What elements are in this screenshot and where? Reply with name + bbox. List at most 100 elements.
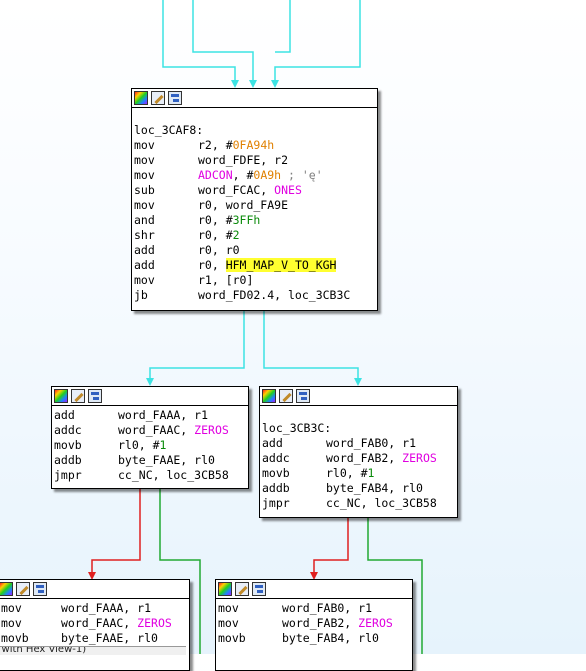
- operand[interactable]: 0A9h: [253, 168, 281, 182]
- code-block-loc-3caf8[interactable]: loc_3CAF8: mov r2, #0FA94h mov word_FDFE, r2…: [131, 88, 378, 311]
- highlighted-operand[interactable]: HFM_MAP_V_TO_KGH: [225, 258, 337, 272]
- instruction-line[interactable]: shr r0, #2: [134, 228, 375, 243]
- color-palette-icon[interactable]: [0, 582, 13, 596]
- operand[interactable]: 2: [233, 228, 240, 242]
- instruction-line[interactable]: sub word_FCAC, ONES: [134, 183, 375, 198]
- symbol-operand[interactable]: ONES: [274, 183, 302, 197]
- instruction-line[interactable]: movb rl0, #1: [54, 438, 246, 453]
- code-block-bottom-right[interactable]: mov word_FAB0, r1 mov word_FAB2, ZEROS movb b…: [215, 579, 413, 671]
- operand[interactable]: word_FAAC,: [61, 616, 137, 630]
- instruction-line[interactable]: jmpr cc_NC, loc_3CB58: [54, 468, 246, 483]
- operand[interactable]: 1: [368, 466, 375, 480]
- instruction-line[interactable]: add word_FAB0, r1: [262, 436, 455, 451]
- operand[interactable]: r0, #: [198, 228, 233, 242]
- instruction-line[interactable]: and r0, #3FFh: [134, 213, 375, 228]
- operand[interactable]: word_FAB0, r1: [326, 436, 416, 450]
- instruction-line[interactable]: addb byte_FAB4, rl0: [262, 481, 455, 496]
- mnemonic: mov: [218, 616, 239, 630]
- color-palette-icon[interactable]: [134, 91, 148, 105]
- instruction-line[interactable]: mov r1, [r0]: [134, 273, 375, 288]
- edit-pencil-icon[interactable]: [71, 389, 85, 403]
- instruction-line[interactable]: movb rl0, #1: [262, 466, 455, 481]
- operand[interactable]: byte_FAB4, rl0: [326, 481, 423, 495]
- color-palette-icon[interactable]: [262, 389, 276, 403]
- instruction-line[interactable]: movb byte_FAAE, rl0: [1, 631, 187, 646]
- mnemonic: add: [54, 408, 75, 422]
- operand[interactable]: word_FAAA, r1: [118, 408, 208, 422]
- operand[interactable]: r0, r0: [198, 243, 240, 257]
- operand[interactable]: 1: [160, 438, 167, 452]
- code-label[interactable]: loc_3CAF8:: [134, 123, 375, 138]
- operand[interactable]: byte_FAAE, rl0: [61, 631, 158, 645]
- operand[interactable]: r2, #: [198, 138, 233, 152]
- operand[interactable]: 3FFh: [233, 213, 261, 227]
- color-palette-icon[interactable]: [218, 582, 232, 596]
- instruction-line[interactable]: addc word_FAB2, ZEROS: [262, 451, 455, 466]
- instruction-line[interactable]: mov word_FAAC, ZEROS: [1, 616, 187, 631]
- operand[interactable]: 0FA94h: [233, 138, 275, 152]
- operand[interactable]: word_FAB0, r1: [282, 601, 372, 615]
- edge-incoming-1: [162, 0, 236, 82]
- instruction-line[interactable]: mov word_FAB2, ZEROS: [218, 616, 410, 631]
- graph-overview-icon[interactable]: [88, 389, 102, 403]
- code-block-bottom-left[interactable]: mov word_FAAA, r1 mov word_FAAC, ZEROS movb b…: [0, 579, 190, 671]
- instruction-line[interactable]: mov word_FAB0, r1: [218, 601, 410, 616]
- instruction-line[interactable]: jmpr cc_NC, loc_3CB58: [262, 496, 455, 511]
- operand[interactable]: r1, [r0]: [198, 273, 253, 287]
- edit-pencil-icon[interactable]: [151, 91, 165, 105]
- graph-overview-icon[interactable]: [168, 91, 182, 105]
- graph-overview-icon[interactable]: [252, 582, 266, 596]
- instruction-line[interactable]: mov word_FDFE, r2: [134, 153, 375, 168]
- instruction-line[interactable]: mov word_FAAA, r1: [1, 601, 187, 616]
- graph-overview-icon[interactable]: [33, 582, 47, 596]
- operand[interactable]: cc_NC, loc_3CB58: [326, 496, 437, 510]
- operand[interactable]: word_FDFE, r2: [198, 153, 288, 167]
- edit-pencil-icon[interactable]: [16, 582, 30, 596]
- instruction-line[interactable]: add r0, r0: [134, 243, 375, 258]
- instruction-line[interactable]: addc word_FAAC, ZEROS: [54, 423, 246, 438]
- instruction-line[interactable]: mov ADCON, #0A9h ; 'ę': [134, 168, 375, 183]
- symbol-operand[interactable]: ZEROS: [137, 616, 172, 630]
- instruction-line[interactable]: addb byte_FAAE, rl0: [54, 453, 246, 468]
- edit-pencil-icon[interactable]: [279, 389, 293, 403]
- operand[interactable]: word_FAAC,: [118, 423, 194, 437]
- operand[interactable]: byte_FAB4, rl0: [282, 631, 379, 645]
- operand[interactable]: rl0, #: [326, 466, 368, 480]
- mnemonic: addb: [262, 481, 290, 495]
- operand[interactable]: rl0, #: [118, 438, 160, 452]
- edit-pencil-icon[interactable]: [235, 582, 249, 596]
- code-label[interactable]: loc_3CB3C:: [262, 421, 455, 436]
- edge-incoming-4: [275, 0, 291, 53]
- operand[interactable]: word_FAAA, r1: [61, 601, 151, 615]
- operand[interactable]: cc_NC, loc_3CB58: [118, 468, 229, 482]
- code-block-loc-3cb3c[interactable]: loc_3CB3C: add word_FAB0, r1 addc word_FAB2,…: [259, 386, 458, 518]
- operand[interactable]: word_FAB2,: [326, 451, 402, 465]
- mnemonic: movb: [262, 466, 290, 480]
- instruction-line[interactable]: add r0, HFM_MAP_V_TO_KGH: [134, 258, 375, 273]
- code-listing: mov word_FAB0, r1 mov word_FAB2, ZEROS movb b…: [216, 599, 412, 648]
- symbol-operand[interactable]: ZEROS: [358, 616, 393, 630]
- symbol-operand[interactable]: ZEROS: [402, 451, 437, 465]
- operand[interactable]: r0, word_FA9E: [198, 198, 288, 212]
- operand[interactable]: byte_FAAE, rl0: [118, 453, 215, 467]
- color-palette-icon[interactable]: [54, 389, 68, 403]
- symbol-operand[interactable]: ZEROS: [194, 423, 229, 437]
- operand[interactable]: word_FCAC,: [198, 183, 274, 197]
- mnemonic: add: [134, 243, 155, 257]
- instruction-line[interactable]: movb byte_FAB4, rl0: [218, 631, 410, 646]
- operand[interactable]: r0, #: [198, 213, 233, 227]
- mnemonic: addc: [54, 423, 82, 437]
- operand[interactable]: word_FAB2,: [282, 616, 358, 630]
- instruction-line[interactable]: add word_FAAA, r1: [54, 408, 246, 423]
- symbol-operand[interactable]: ADCON: [198, 168, 233, 182]
- node-header: [132, 89, 377, 108]
- instruction-line[interactable]: mov r2, #0FA94h: [134, 138, 375, 153]
- operand[interactable]: r0,: [198, 258, 226, 272]
- graph-overview-icon[interactable]: [296, 389, 310, 403]
- instruction-line[interactable]: jb word_FD02.4, loc_3CB3C: [134, 288, 375, 303]
- operand[interactable]: , #: [233, 168, 254, 182]
- code-block-fallthrough[interactable]: add word_FAAA, r1 addc word_FAAC, ZEROS movb…: [51, 386, 249, 489]
- operand[interactable]: word_FD02.4, loc_3CB3C: [198, 288, 350, 302]
- node-header: [52, 387, 248, 406]
- instruction-line[interactable]: mov r0, word_FA9E: [134, 198, 375, 213]
